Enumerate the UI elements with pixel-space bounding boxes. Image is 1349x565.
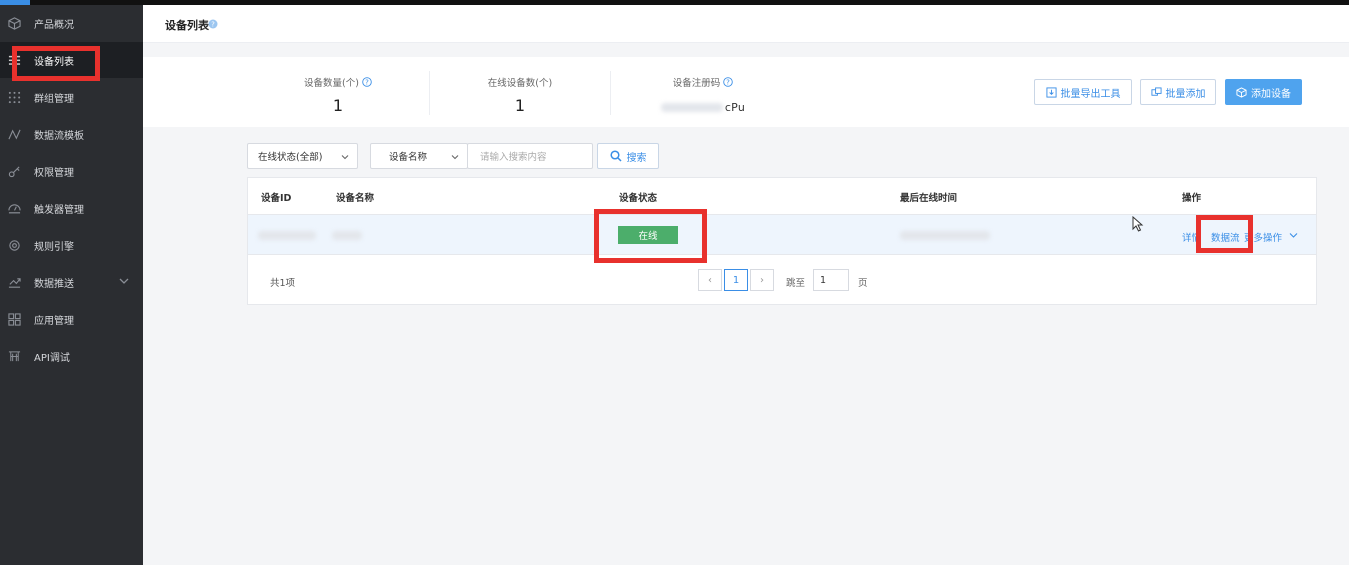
total-count: 共1项 (270, 278, 296, 289)
search-field-select[interactable]: 设备名称 (370, 143, 468, 169)
stats-panel: 设备数量(个) ? 1 在线设备数(个) 1 设备注册码 ? cPu 批量导出工… (143, 57, 1349, 127)
sidebar-item-overview[interactable]: 产品概况 (0, 5, 143, 41)
search-input[interactable]: 请输入搜索内容 (467, 143, 593, 169)
trigger-icon (7, 201, 21, 215)
sidebar-item-label: 设备列表 (34, 56, 74, 68)
search-icon (609, 150, 622, 162)
sidebar-item-device-list[interactable]: 设备列表 (0, 42, 143, 78)
status-filter-select[interactable]: 在线状态(全部) (247, 143, 358, 169)
stat-reg-code: 设备注册码 ? cPu (653, 57, 753, 114)
redacted-text (660, 103, 723, 112)
key-icon (7, 164, 21, 178)
column-header: 最后在线时间 (900, 193, 958, 204)
stat-device-count: 设备数量(个) ? 1 (288, 57, 388, 115)
api-icon (7, 349, 21, 363)
page-title: 设备列表 (165, 19, 209, 32)
cube-icon (1236, 86, 1247, 98)
sidebar-item-apps[interactable]: 应用管理 (0, 301, 143, 337)
sidebar-item-label: 群组管理 (34, 93, 74, 105)
pagination-page-1[interactable]: 1 (724, 269, 748, 291)
sidebar-item-api-debug[interactable]: API调试 (0, 338, 143, 374)
stat-online-count: 在线设备数(个) 1 (465, 57, 575, 115)
stat-label: 设备数量(个) (304, 78, 359, 89)
chevron-down-icon (341, 155, 349, 160)
chevron-down-icon (451, 155, 459, 160)
sidebar: 产品概况 设备列表 群组管理 数据流模板 权限管理 触发器管理 规则引擎 数据推… (0, 5, 143, 565)
detail-link[interactable]: 详情 (1182, 230, 1201, 244)
reg-code-value: cPu (653, 101, 753, 114)
redacted-device-id (258, 231, 316, 240)
column-header: 设备状态 (619, 193, 658, 204)
help-icon[interactable]: ? (723, 77, 734, 87)
sidebar-item-label: 数据推送 (34, 278, 74, 290)
svg-text:?: ? (365, 79, 369, 87)
datastream-link[interactable]: 数据流 (1211, 230, 1240, 244)
sidebar-item-label: 数据流模板 (34, 130, 84, 142)
divider (610, 71, 611, 115)
sidebar-item-label: 应用管理 (34, 315, 74, 327)
goto-page-input[interactable]: 1 (813, 269, 849, 291)
svg-text:?: ? (726, 79, 730, 87)
help-icon[interactable]: ? (208, 19, 218, 29)
search-button[interactable]: 搜索 (597, 143, 659, 169)
table-row[interactable]: 在线 详情 数据流 更多操作 (248, 214, 1316, 255)
batch-add-icon (1150, 86, 1162, 96)
export-icon (1045, 86, 1057, 98)
sidebar-item-datastream-template[interactable]: 数据流模板 (0, 116, 143, 152)
redacted-last-online (900, 231, 990, 240)
divider (429, 71, 430, 115)
goto-label: 跳至 (786, 278, 806, 289)
apps-icon (7, 312, 21, 326)
stat-value: 1 (332, 96, 344, 115)
chevron-down-icon[interactable] (119, 276, 129, 286)
sidebar-item-data-push[interactable]: 数据推送 (0, 264, 143, 300)
sidebar-item-label: 产品概况 (34, 19, 74, 31)
redacted-device-name (332, 231, 362, 240)
column-header: 设备ID (261, 193, 292, 204)
column-header: 操作 (1182, 193, 1202, 204)
cube-icon (7, 16, 21, 30)
pagination-prev[interactable]: ‹ (698, 269, 722, 291)
sidebar-item-label: 权限管理 (34, 167, 74, 179)
stat-label: 在线设备数(个) (487, 78, 553, 89)
stat-value: 1 (514, 96, 526, 115)
push-icon (7, 275, 21, 289)
pagination-next[interactable]: › (750, 269, 774, 291)
sidebar-item-permissions[interactable]: 权限管理 (0, 153, 143, 189)
status-badge: 在线 (618, 226, 678, 244)
help-icon[interactable]: ? (362, 77, 372, 87)
gear-ring-icon (7, 238, 21, 252)
wave-icon (7, 127, 21, 141)
chevron-down-icon[interactable] (1289, 232, 1298, 239)
sidebar-item-label: API调试 (34, 352, 70, 364)
page-suffix: 页 (858, 278, 868, 289)
sidebar-item-label: 规则引擎 (34, 241, 74, 253)
page-header: 设备列表 ? (143, 5, 1349, 43)
sidebar-item-triggers[interactable]: 触发器管理 (0, 190, 143, 226)
more-actions-link[interactable]: 更多操作 (1244, 230, 1282, 244)
sidebar-item-rule-engine[interactable]: 规则引擎 (0, 227, 143, 263)
grid-dots-icon (7, 90, 21, 104)
sidebar-item-groups[interactable]: 群组管理 (0, 79, 143, 115)
sidebar-item-label: 触发器管理 (34, 204, 84, 216)
list-icon (7, 53, 21, 67)
add-device-button[interactable]: 添加设备 (1225, 79, 1302, 105)
mouse-cursor-icon (1132, 216, 1144, 232)
device-table: 设备ID 设备名称 设备状态 最后在线时间 操作 在线 详情 数据流 更多操作 … (247, 177, 1317, 305)
column-header: 设备名称 (336, 193, 375, 204)
svg-text:?: ? (211, 21, 215, 29)
batch-add-button[interactable]: 批量添加 (1140, 79, 1216, 105)
export-tool-button[interactable]: 批量导出工具 (1034, 79, 1132, 105)
stat-label: 设备注册码 (672, 78, 721, 89)
